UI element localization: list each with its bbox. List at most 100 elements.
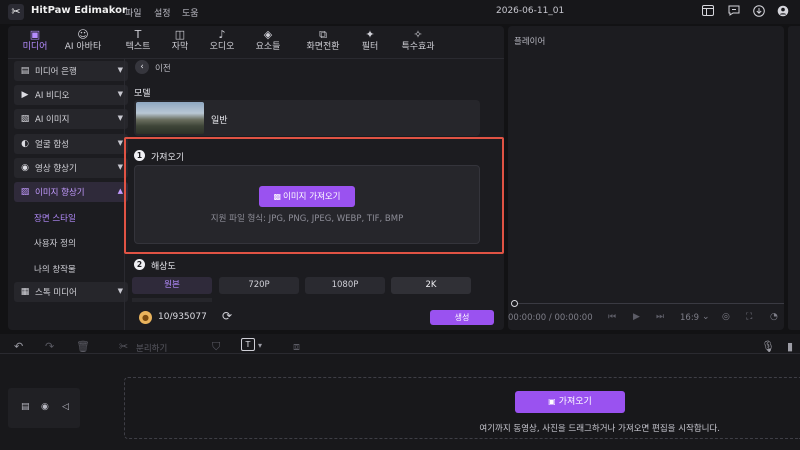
resolution-2k[interactable]: 2K bbox=[391, 277, 471, 294]
play-icon[interactable]: ▶ bbox=[633, 312, 640, 322]
sidebar-item-media-bank[interactable]: ▤ 미디어 은행 ▼ bbox=[14, 61, 128, 81]
tab-effects[interactable]: ✧ 특수효과 bbox=[393, 28, 443, 56]
timeline-drop-hint: 여기까지 동영상, 사진을 드래그하거나 가져오면 편집을 시작합니다. bbox=[479, 424, 720, 434]
track-visibility-icon[interactable]: ◉ bbox=[41, 402, 49, 412]
model-name: 일반 bbox=[211, 116, 228, 126]
app-logo-icon: ✂ bbox=[8, 4, 24, 20]
sidebar-item-video-enhancer[interactable]: ◉ 영상 향상기 ▼ bbox=[14, 158, 128, 178]
sidebar-sub-scene-style[interactable]: 장면 스타일 bbox=[34, 212, 76, 224]
microphone-icon[interactable]: 🎙 bbox=[761, 340, 775, 353]
tab-media[interactable]: ▣ 미디어 bbox=[10, 28, 60, 56]
media-icon: ▣ bbox=[29, 28, 41, 41]
sidebar-item-ai-image[interactable]: ▧ AI 이미지 ▼ bbox=[14, 109, 128, 129]
document-title: 2026-06-11_01 bbox=[496, 6, 565, 16]
tab-elements[interactable]: ◈ 요소들 bbox=[243, 28, 293, 56]
image-enhancer-icon: ▨ bbox=[20, 187, 30, 197]
chevron-down-icon: ▼ bbox=[117, 66, 123, 74]
face-swap-icon: ◐ bbox=[21, 139, 29, 149]
model-label: 모델 bbox=[134, 89, 151, 99]
more-icon[interactable]: ▮ bbox=[787, 340, 793, 353]
resolution-label: 해상도 bbox=[151, 262, 176, 272]
import-step-label: 가져오기 bbox=[151, 153, 185, 163]
title-bar: ✂ HitPaw Edimakor 파일 설정 도움 2026-06-11_01 bbox=[0, 0, 800, 24]
sidebar-item-image-enhancer[interactable]: ▨ 이미지 향상기 ▲ bbox=[14, 182, 128, 202]
aspect-ratio[interactable]: 16:9 bbox=[680, 313, 699, 323]
media-bank-icon: ▤ bbox=[20, 66, 30, 76]
sidebar-item-stock-media[interactable]: ▦ 스톡 미디어 ▼ bbox=[14, 282, 128, 302]
menu-file[interactable]: 파일 bbox=[125, 6, 142, 19]
resolution-1080p[interactable]: 1080P bbox=[305, 277, 385, 294]
next-frame-icon[interactable]: ⏭ bbox=[656, 312, 664, 322]
ai-image-icon: ▧ bbox=[20, 114, 30, 124]
step-number: 1 bbox=[134, 150, 145, 161]
back-button[interactable]: ‹ bbox=[135, 60, 149, 74]
generate-button[interactable]: 생성 bbox=[430, 310, 494, 325]
refresh-icon[interactable]: ⟳ bbox=[222, 309, 232, 323]
volume-icon[interactable]: ◔ bbox=[770, 312, 778, 322]
elements-icon: ◈ bbox=[263, 28, 273, 41]
player-time: 00:00:00 / 00:00:00 bbox=[508, 313, 593, 323]
download-icon[interactable] bbox=[752, 5, 766, 19]
transition-icon: ⧉ bbox=[319, 28, 327, 41]
app-name: HitPaw Edimakor bbox=[31, 5, 127, 16]
folder-add-icon: ▣ bbox=[548, 397, 556, 406]
import-image-button[interactable]: ▩ 이미지 가져오기 bbox=[259, 186, 355, 207]
filter-icon: ✦ bbox=[365, 28, 375, 41]
track-video-icon[interactable]: ▤ bbox=[21, 402, 30, 412]
menu-help[interactable]: 도움 bbox=[182, 6, 199, 19]
sidebar-sub-custom[interactable]: 사용자 정의 bbox=[34, 237, 76, 249]
sidebar-item-face-swap[interactable]: ◐ 얼굴 합성 ▼ bbox=[14, 134, 128, 154]
supported-formats: 지원 파일 형식: JPG, PNG, JPEG, WEBP, TIF, BMP bbox=[210, 214, 404, 224]
credits-count: 10/935077 bbox=[158, 312, 207, 322]
split-icon[interactable]: ✂ bbox=[119, 340, 128, 353]
chevron-up-icon: ▲ bbox=[117, 187, 123, 195]
tab-divider bbox=[8, 58, 504, 59]
right-collapsed-panel[interactable] bbox=[788, 26, 800, 330]
shield-icon[interactable]: ⛉ bbox=[212, 340, 220, 354]
step-number: 2 bbox=[134, 259, 145, 270]
resolution-720p[interactable]: 720P bbox=[219, 277, 299, 294]
delete-icon[interactable]: 🗑 bbox=[76, 340, 90, 353]
track-audio-icon[interactable]: ◁ bbox=[62, 402, 69, 412]
freeze-frame-icon[interactable]: ⧈ bbox=[293, 340, 300, 354]
prev-frame-icon[interactable]: ⏮ bbox=[608, 312, 616, 322]
redo-icon[interactable]: ↷ bbox=[45, 340, 54, 353]
undo-icon[interactable]: ↶ bbox=[14, 340, 23, 353]
tab-transition[interactable]: ⧉ 화면전환 bbox=[298, 28, 348, 56]
ai-avatar-icon: ☺ bbox=[77, 28, 89, 41]
resolution-original[interactable]: 원본 bbox=[132, 277, 212, 294]
resolution-row-overflow bbox=[132, 298, 212, 302]
snapshot-icon[interactable]: ◎ bbox=[722, 312, 730, 322]
tab-ai-avatar[interactable]: ☺ AI 아바타 bbox=[58, 28, 108, 56]
stock-media-icon: ▦ bbox=[20, 287, 30, 297]
chevron-down-icon: ▼ bbox=[117, 90, 123, 98]
text-template-icon[interactable]: T bbox=[241, 338, 255, 351]
scrubber-handle[interactable] bbox=[511, 300, 518, 307]
menu-settings[interactable]: 설정 bbox=[154, 6, 171, 19]
model-thumbnail bbox=[136, 102, 204, 134]
sidebar-sub-my-creations[interactable]: 나의 창작물 bbox=[34, 263, 76, 275]
feedback-icon[interactable] bbox=[727, 5, 741, 19]
back-label: 이전 bbox=[155, 64, 171, 74]
chevron-down-icon: ▼ bbox=[117, 114, 123, 122]
image-add-icon: ▩ bbox=[273, 192, 282, 201]
tab-filter[interactable]: ✦ 필터 bbox=[345, 28, 395, 56]
ratio-chevron-icon[interactable]: ⌄ bbox=[702, 312, 710, 322]
tab-audio[interactable]: ♪ 오디오 bbox=[197, 28, 247, 56]
timeline-import-button[interactable]: ▣ 가져오기 bbox=[515, 391, 625, 413]
audio-icon: ♪ bbox=[218, 28, 226, 41]
video-enhancer-icon: ◉ bbox=[21, 163, 29, 173]
dropdown-caret-icon[interactable]: ▾ bbox=[258, 341, 262, 350]
player-panel bbox=[508, 26, 784, 330]
layout-icon[interactable] bbox=[701, 5, 715, 19]
ai-video-icon: ▶ bbox=[21, 90, 29, 100]
sidebar-item-ai-video[interactable]: ▶ AI 비디오 ▼ bbox=[14, 85, 128, 105]
effects-icon: ✧ bbox=[413, 28, 423, 41]
chevron-down-icon: ▼ bbox=[117, 139, 123, 147]
chevron-down-icon: ▼ bbox=[117, 163, 123, 171]
player-label: 플레이어 bbox=[514, 37, 546, 47]
fullscreen-icon[interactable]: ⛶ bbox=[746, 312, 752, 322]
account-icon[interactable] bbox=[776, 5, 790, 19]
player-scrubber[interactable] bbox=[512, 303, 784, 304]
chevron-down-icon: ▼ bbox=[117, 287, 123, 295]
